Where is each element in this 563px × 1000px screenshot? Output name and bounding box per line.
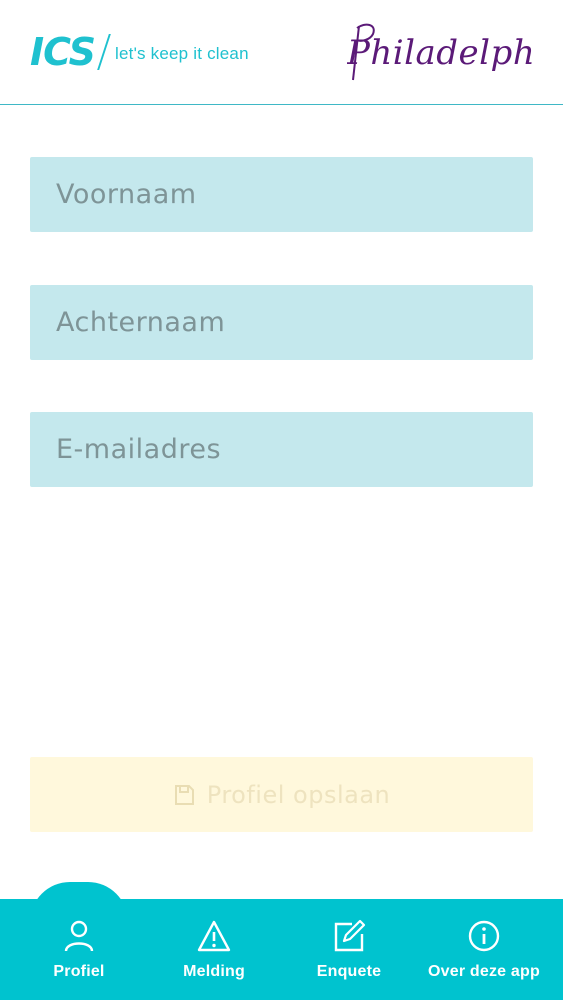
app-header: ICS let's keep it clean Philadelphia [0,0,563,105]
brand-name: Philadelphia [347,33,533,73]
warning-icon [197,920,231,952]
nav-label-over-deze-app: Over deze app [428,963,540,980]
save-profile-button[interactable]: Profiel opslaan [30,757,533,832]
nav-label-enquete: Enquete [316,963,382,980]
ics-logo: ICS let's keep it clean [30,30,249,74]
ics-tagline: let's keep it clean [115,44,249,63]
logo-divider [97,34,111,70]
ics-mark: ICS [30,30,96,74]
nav-item-over-deze-app[interactable]: Over deze app [418,899,550,1000]
nav-item-enquete[interactable]: Enquete [298,899,400,1000]
nav-label-melding: Melding [183,963,245,980]
nav-item-melding[interactable]: Melding [163,899,265,1000]
nav-item-profiel[interactable]: Profiel [28,899,130,1000]
nav-label-profiel: Profiel [53,963,105,980]
philadelphia-logo: Philadelphia [347,23,533,81]
info-icon [468,920,500,952]
first-name-field[interactable] [30,157,533,232]
floppy-disk-icon [174,784,194,805]
edit-icon [334,919,366,952]
last-name-field[interactable] [30,285,533,360]
save-profile-label: Profiel opslaan [206,780,391,809]
user-icon [64,920,94,952]
email-field[interactable] [30,412,533,487]
